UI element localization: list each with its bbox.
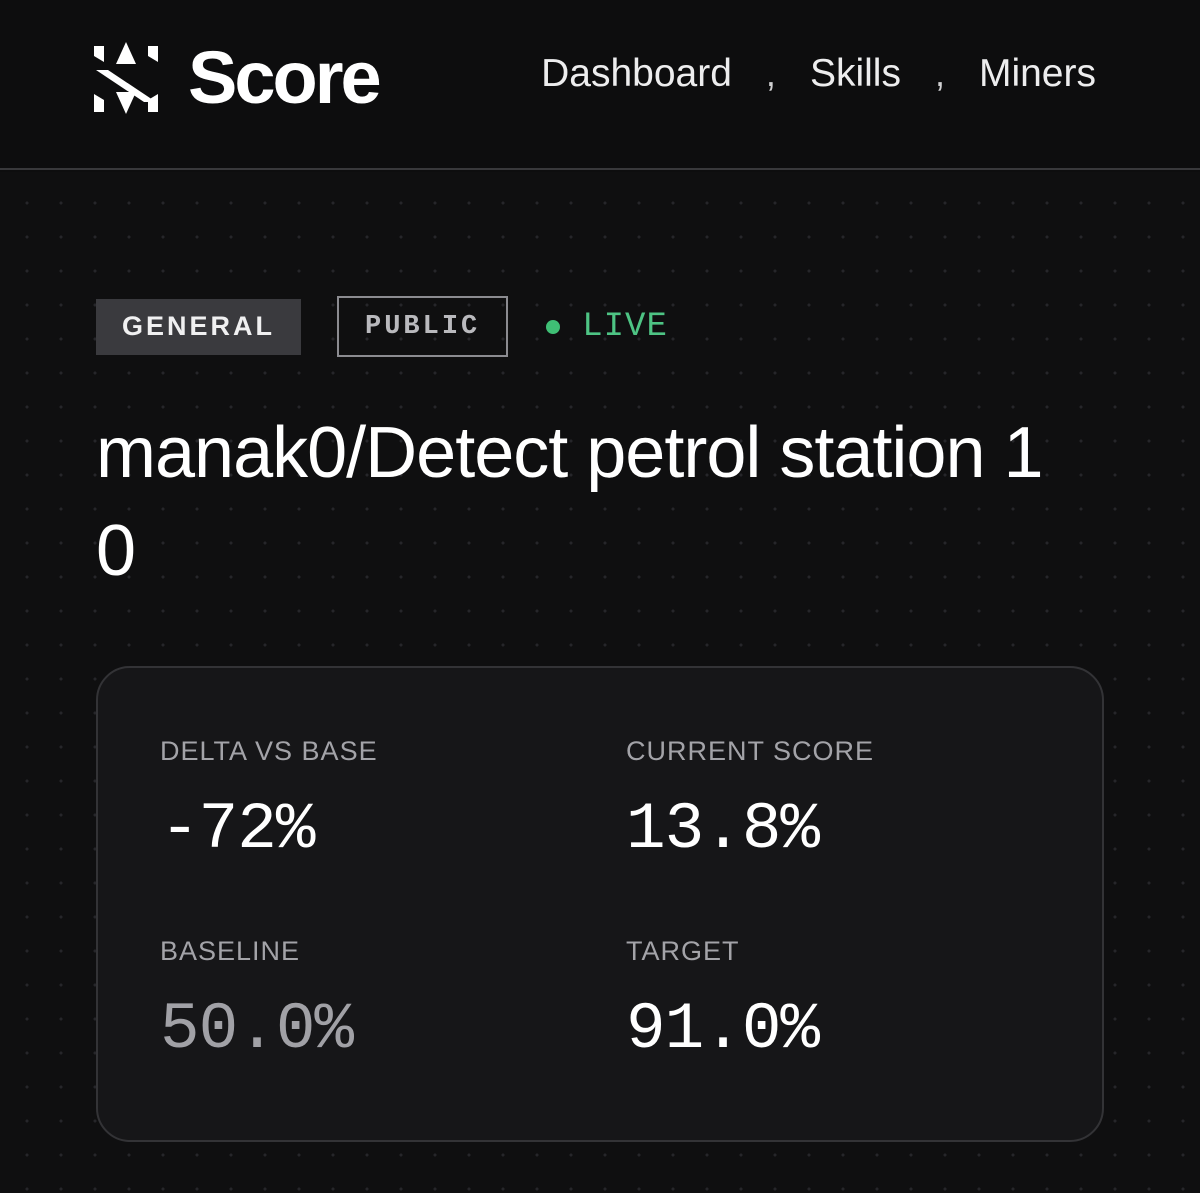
live-dot-icon	[546, 319, 561, 334]
page: Score Dashboard , Skills , Miners GENERA…	[0, 0, 1200, 1193]
stat-baseline: BASELINE 50.0%	[160, 936, 354, 1067]
brand[interactable]: Score	[94, 40, 382, 116]
stat-target: TARGET 91.0%	[626, 936, 820, 1067]
nav-item-dashboard[interactable]: Dashboard	[541, 54, 732, 93]
brand-name[interactable]: Score	[188, 41, 382, 115]
stat-delta: DELTA VS BASE -72%	[160, 738, 378, 863]
stat-label: DELTA VS BASE	[160, 736, 378, 766]
stat-value: 91.0%	[626, 992, 820, 1067]
main-nav: Dashboard , Skills , Miners	[541, 54, 1096, 93]
main-content: GENERAL PUBLIC LIVE manak0/Detect petrol…	[0, 172, 1200, 1193]
stat-value: 13.8%	[626, 792, 820, 867]
status-text: LIVE	[582, 307, 668, 346]
stat-current-score: CURRENT SCORE 13.8%	[626, 738, 874, 863]
stat-label: TARGET	[626, 936, 740, 966]
nav-item-skills[interactable]: Skills	[810, 54, 901, 93]
score-logo-icon[interactable]	[94, 42, 158, 114]
stat-value: -72%	[160, 792, 315, 867]
category-badge: GENERAL	[96, 298, 302, 355]
badge-row: GENERAL PUBLIC LIVE	[96, 296, 668, 357]
nav-separator: ,	[765, 52, 776, 94]
page-title: manak0/Detect petrol station 1 0	[96, 413, 1044, 591]
stats-card: DELTA VS BASE -72% CURRENT SCORE 13.8% B…	[96, 666, 1104, 1142]
top-navigation-bar: Score Dashboard , Skills , Miners	[0, 0, 1200, 170]
nav-item-miners[interactable]: Miners	[979, 54, 1096, 93]
visibility-badge: PUBLIC	[337, 296, 509, 357]
stat-label: CURRENT SCORE	[626, 736, 875, 766]
stat-label: BASELINE	[160, 936, 301, 966]
nav-separator: ,	[934, 52, 945, 94]
stat-value: 50.0%	[160, 992, 354, 1067]
status-indicator: LIVE	[546, 308, 668, 346]
